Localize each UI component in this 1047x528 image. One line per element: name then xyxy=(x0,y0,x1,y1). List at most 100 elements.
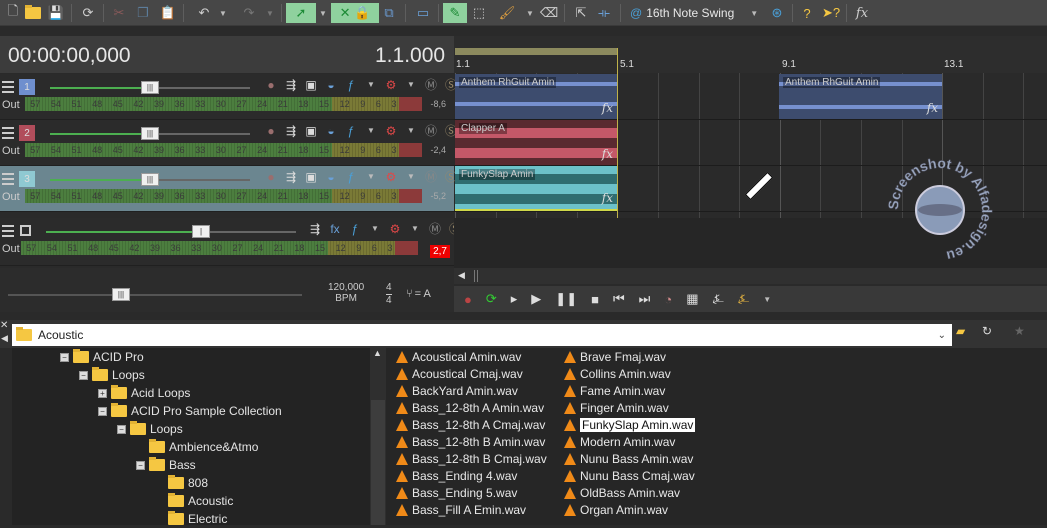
settings-dropdown-icon[interactable]: ▼ xyxy=(404,170,418,184)
file-item[interactable]: Bass_Ending 5.wav xyxy=(396,484,517,501)
favorites-icon[interactable]: ★ xyxy=(1014,324,1025,338)
time-signature-top[interactable]: 4 xyxy=(386,282,392,295)
arm-record-icon[interactable]: ● xyxy=(264,170,278,184)
up-folder-icon[interactable]: ▰ xyxy=(956,324,965,338)
tree-node[interactable]: Acoustic xyxy=(155,492,233,510)
groove-selector[interactable]: @ 16th Note Swing ▼ xyxy=(630,3,758,23)
settings-gear-icon[interactable]: ⚙ xyxy=(384,78,398,92)
track-header[interactable]: 1 ||| ● ⇶ ▣ ◒ ƒ ▼ ⚙ ▼ Ⓜ Ⓢ Out 57 54 51 48 45… xyxy=(0,74,457,120)
groove-editor-icon[interactable]: ⊛ xyxy=(768,3,786,23)
file-item[interactable]: Bass_12-8th A Amin.wav xyxy=(396,399,544,416)
cut-icon[interactable]: ✂ xyxy=(110,3,128,23)
undo-dropdown-icon[interactable]: ▼ xyxy=(218,3,228,23)
fx-dropdown-icon[interactable]: ▼ xyxy=(364,170,378,184)
track-volume-fader[interactable]: ||| xyxy=(50,173,250,186)
pan-icon[interactable]: ◒ xyxy=(324,124,338,138)
mute-icon[interactable]: Ⓜ xyxy=(428,222,442,236)
play-icon[interactable]: ▶ xyxy=(531,291,541,307)
file-item[interactable]: Organ Amin.wav xyxy=(564,501,668,518)
mute-icon[interactable]: Ⓜ xyxy=(424,78,438,92)
redo-icon[interactable]: ↷ xyxy=(240,3,258,23)
track-menu-icon[interactable] xyxy=(2,225,14,237)
track-volume-fader[interactable]: ||| xyxy=(50,127,250,140)
insert-fx-icon[interactable]: fx xyxy=(852,3,872,23)
envelope-tool-icon[interactable]: ➚ xyxy=(286,3,316,23)
time-signature-bottom[interactable]: 4 xyxy=(386,295,392,307)
draw-tool-icon[interactable]: ✎ xyxy=(443,3,467,23)
track-menu-icon[interactable] xyxy=(2,81,14,93)
audio-clip[interactable]: Clapper A fx xyxy=(455,120,617,165)
arm-record-icon[interactable]: ● xyxy=(264,124,278,138)
auto-crossfade-icon[interactable]: ✕ 🔒 xyxy=(331,3,379,23)
file-item[interactable]: Acoustical Cmaj.wav xyxy=(396,365,523,382)
loop-icon[interactable]: ⟳ xyxy=(486,291,497,307)
clip-fx-icon[interactable]: fx xyxy=(602,101,613,115)
tree-node[interactable]: + Acid Loops xyxy=(98,384,190,402)
paste-icon[interactable]: 📋 xyxy=(159,3,177,23)
paint-dropdown-icon[interactable]: ▼ xyxy=(525,3,535,23)
event-grouping-icon[interactable]: ▭ xyxy=(414,3,432,23)
track-number[interactable]: 3 xyxy=(19,171,35,187)
fx-chain-icon[interactable]: ƒ xyxy=(344,78,358,92)
master-volume-fader[interactable]: | xyxy=(46,225,296,238)
file-item[interactable]: FunkySlap Amin.wav xyxy=(564,416,696,433)
clip-fx-icon[interactable]: fx xyxy=(927,101,938,115)
file-item[interactable]: Bass_12-8th B Amin.wav xyxy=(396,433,545,450)
automation-icon[interactable]: ⇶ xyxy=(284,78,298,92)
file-item[interactable]: Collins Amin.wav xyxy=(564,365,671,382)
fx-chain-icon[interactable]: ƒ xyxy=(348,222,362,236)
tree-node[interactable]: Ambience&Atmo xyxy=(136,438,258,456)
arm-record-icon[interactable]: ● xyxy=(264,78,278,92)
tree-node[interactable]: − ACID Pro Sample Collection xyxy=(98,402,282,420)
mute-icon[interactable]: Ⓜ xyxy=(424,124,438,138)
stop-icon[interactable]: ■ xyxy=(591,292,599,307)
fx-bypass-icon[interactable]: fx xyxy=(328,222,342,236)
erase-tool-icon[interactable]: ⌫ xyxy=(540,3,558,23)
fx-dropdown-icon[interactable]: ▼ xyxy=(364,78,378,92)
track-number[interactable]: 1 xyxy=(19,79,35,95)
audio-clip[interactable]: Anthem RhGuit Amin fx xyxy=(779,74,942,119)
tree-scrollbar[interactable]: ▲ xyxy=(370,348,386,525)
file-item[interactable]: BackYard Amin.wav xyxy=(396,382,518,399)
audio-clip[interactable]: Anthem RhGuit Amin fx xyxy=(455,74,617,119)
pan-icon[interactable]: ◒ xyxy=(324,78,338,92)
collapse-icon[interactable]: − xyxy=(60,352,69,362)
fader-knob[interactable]: ||| xyxy=(141,127,159,140)
clip-fx-icon[interactable]: fx xyxy=(602,191,613,205)
save-icon[interactable]: 💾 xyxy=(47,3,65,23)
bpm-value[interactable]: 120,000 xyxy=(328,282,364,293)
explorer-path-dropdown[interactable]: Acoustic ⌄ xyxy=(12,324,952,346)
file-item[interactable]: OldBass Amin.wav xyxy=(564,484,680,501)
file-item[interactable]: Nunu Bass Cmaj.wav xyxy=(564,467,695,484)
automation-icon[interactable]: ⇶ xyxy=(284,170,298,184)
record-icon[interactable]: ● xyxy=(464,292,472,307)
track-menu-icon[interactable] xyxy=(2,173,14,185)
file-item[interactable]: Bass_12-8th B Cmaj.wav xyxy=(396,450,547,467)
settings-dropdown-icon[interactable]: ▼ xyxy=(404,124,418,138)
fx-chain-icon[interactable]: ƒ xyxy=(344,170,358,184)
scroll-up-icon[interactable]: ▲ xyxy=(373,348,382,358)
collapse-icon[interactable]: − xyxy=(98,406,107,416)
copy-icon[interactable]: ❐ xyxy=(134,3,152,23)
master-fader-knob[interactable]: | xyxy=(192,225,210,238)
transport-dropdown-icon[interactable]: ▼ xyxy=(763,295,771,304)
timeline-horizontal-scrollbar[interactable]: ◀ xyxy=(454,268,1047,284)
file-item[interactable]: Bass_12-8th A Cmaj.wav xyxy=(396,416,545,433)
collapse-icon[interactable]: − xyxy=(117,424,126,434)
tree-node[interactable]: − Loops xyxy=(79,366,145,384)
track-fx-icon[interactable]: ▣ xyxy=(304,124,318,138)
tempo-slider-knob[interactable]: ||| xyxy=(112,288,130,301)
file-item[interactable]: Nunu Bass Amin.wav xyxy=(564,450,693,467)
settings-gear-icon[interactable]: ⚙ xyxy=(384,170,398,184)
tree-node[interactable]: − ACID Pro xyxy=(60,348,144,366)
clip-fx-icon[interactable]: fx xyxy=(602,147,613,161)
fader-knob[interactable]: ||| xyxy=(141,173,159,186)
track-number[interactable]: 2 xyxy=(19,125,35,141)
help-what-is-icon[interactable]: ? xyxy=(798,3,816,23)
settings-dropdown-icon[interactable]: ▼ xyxy=(404,78,418,92)
file-item[interactable]: Bass_Ending 4.wav xyxy=(396,467,517,484)
redo-dropdown-icon[interactable]: ▼ xyxy=(265,3,275,23)
new-file-icon[interactable]: 🗋 xyxy=(4,3,22,23)
collapse-icon[interactable]: ◀ xyxy=(1,333,8,344)
paint-tool-icon[interactable]: 🖌 xyxy=(498,3,516,23)
